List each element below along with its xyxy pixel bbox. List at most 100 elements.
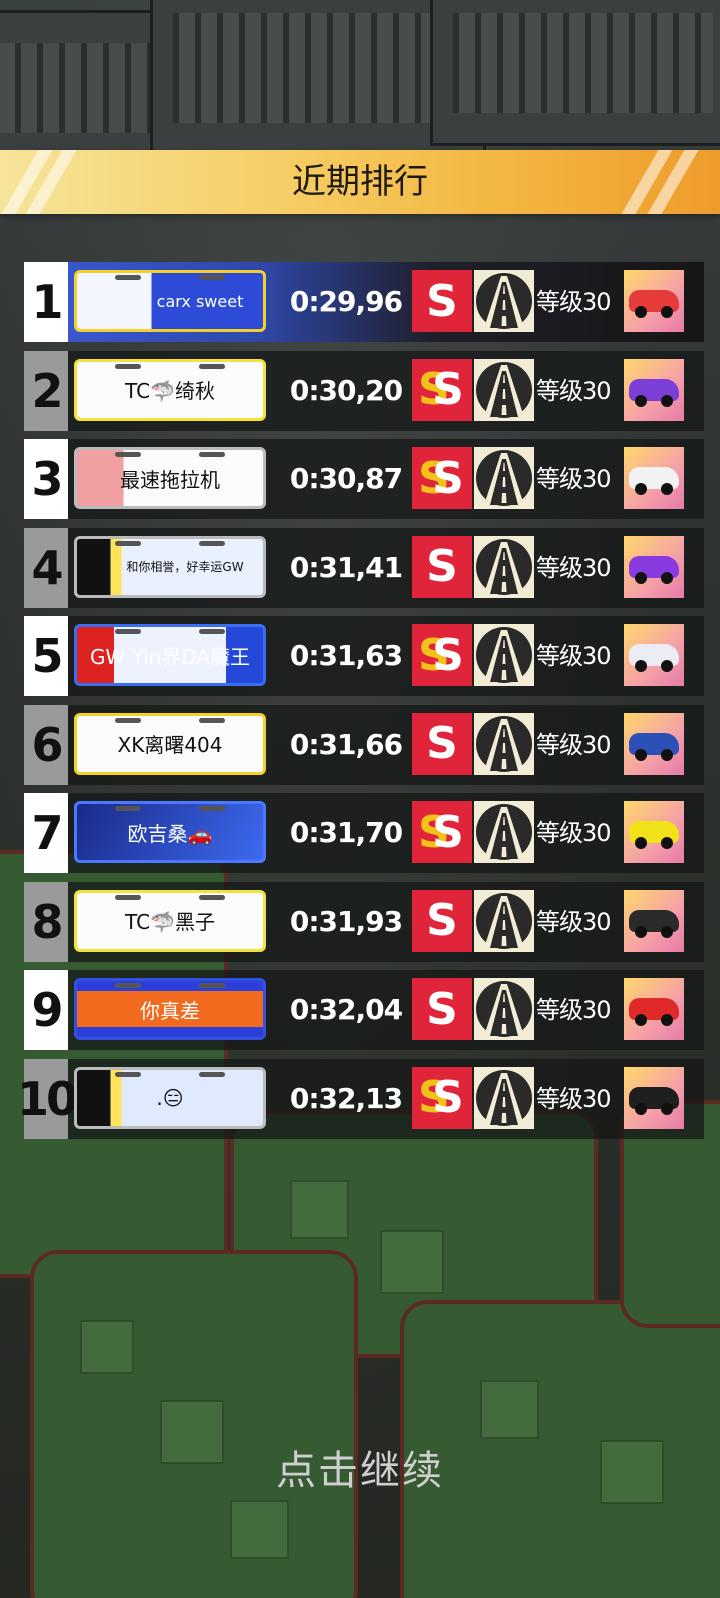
player-level: 等级30 (536, 1084, 612, 1113)
title-banner: 近期排行 (0, 150, 720, 214)
car-icon (629, 909, 679, 938)
track-icon (474, 1066, 534, 1129)
player-name: 你真差 (140, 998, 200, 1023)
player-nameplate: 你真差 (74, 978, 266, 1040)
player-name: .😑 (156, 1085, 184, 1110)
player-level: 等级30 (536, 465, 612, 493)
lap-time: 0:31,70 (289, 816, 403, 849)
tap-to-continue[interactable]: 点击继续 (0, 1438, 720, 1496)
background-building (430, 0, 720, 146)
rank-badge-icon: SS (412, 624, 472, 686)
player-level: 等级30 (536, 376, 612, 405)
rank-number: 7 (24, 793, 68, 873)
lap-time: 0:30,87 (289, 462, 403, 495)
car-thumbnail (624, 358, 684, 421)
leaderboard-row: 8 TC🦈黑子 0:31,93 S 等级30 (24, 881, 704, 962)
leaderboard-row: 4 和你相誉，好幸运GW 0:31,41 S 等级30 (24, 527, 704, 608)
track-icon (474, 535, 534, 598)
car-icon (629, 644, 679, 672)
track-icon (474, 801, 534, 863)
player-level: 等级30 (536, 730, 612, 759)
rank-badge-icon: SS (412, 1066, 472, 1129)
badge-letter: S (432, 452, 464, 504)
lap-time: 0:31,63 (289, 639, 403, 672)
player-name: TC🦈黑子 (125, 910, 215, 934)
rank-badge-icon: S (412, 712, 472, 775)
player-level: 等级30 (536, 642, 612, 670)
track-icon (474, 624, 534, 686)
player-level: 等级30 (536, 288, 612, 316)
track-icon (474, 712, 534, 775)
car-thumbnail (624, 535, 684, 598)
rank-number: 1 (24, 262, 68, 342)
player-name: 欧吉桑🚗 (127, 821, 213, 846)
rank-number: 10 (17, 1058, 78, 1139)
leaderboard-row: 1 carx sweet 0:29,96 S 等级30 (24, 262, 704, 342)
badge-letter: S (432, 364, 464, 415)
rank-number: 4 (24, 527, 68, 608)
rank-number: 8 (24, 881, 68, 962)
player-name: XK离曙404 (117, 733, 223, 757)
badge-letter: S (426, 275, 458, 327)
leaderboard-row: 5 GW Yin界DA魔王 0:31,63 S S 等级30 (24, 616, 704, 696)
badge-letter: S (426, 895, 458, 946)
car-icon (629, 378, 679, 407)
rank-badge-icon: S (412, 978, 472, 1040)
player-level: 等级30 (536, 996, 612, 1024)
car-thumbnail (624, 624, 684, 686)
rank-badge-icon: S (412, 535, 472, 598)
car-icon (629, 1086, 679, 1115)
player-nameplate: .😑 (74, 1066, 266, 1129)
leaderboard-row: 6 XK离曙404 0:31,66 S 等级30 (24, 704, 704, 785)
leaderboard-row: 7 欧吉桑🚗 0:31,70 S S 等级30 (24, 793, 704, 873)
car-icon (629, 821, 679, 849)
rank-number: 6 (24, 704, 68, 785)
track-icon (474, 978, 534, 1040)
badge-letter: S (432, 629, 464, 681)
player-level: 等级30 (536, 907, 612, 936)
car-thumbnail (624, 1066, 684, 1129)
leaderboard-row: 3 最速拖拉机 0:30,87 S S 等级30 (24, 439, 704, 519)
player-name: carx sweet (156, 291, 244, 311)
car-thumbnail (624, 801, 684, 863)
car-icon (629, 732, 679, 761)
player-nameplate: 和你相誉，好幸运GW (74, 535, 266, 598)
lap-time: 0:32,04 (289, 993, 403, 1026)
player-name: 最速拖拉机 (120, 467, 220, 492)
rank-badge-icon: SS (412, 801, 472, 863)
car-thumbnail (624, 712, 684, 775)
car-icon (629, 998, 679, 1026)
rank-number: 2 (24, 350, 68, 431)
player-nameplate: 欧吉桑🚗 (74, 801, 266, 863)
car-thumbnail (624, 978, 684, 1040)
car-icon (629, 290, 679, 318)
rank-badge-icon: SS (412, 447, 472, 509)
badge-letter: S (426, 541, 458, 592)
rank-badge-icon: S (412, 889, 472, 952)
lap-time: 0:32,13 (289, 1081, 403, 1115)
track-icon (474, 270, 534, 332)
rank-badge-icon: S (412, 270, 472, 332)
rank-number: 3 (24, 439, 68, 519)
car-thumbnail (624, 447, 684, 509)
rank-number: 9 (24, 970, 68, 1050)
track-icon (474, 358, 534, 421)
player-name: 和你相誉，好幸运GW (126, 560, 244, 574)
badge-letter: S (432, 1072, 464, 1123)
player-nameplate: 最速拖拉机 (74, 447, 266, 509)
leaderboard-row: 2 TC🦈绮秋 0:30,20 S S 等级30 (24, 350, 704, 431)
leaderboard-title: 近期排行 (292, 162, 428, 202)
player-nameplate: GW Yin界DA魔王 (74, 624, 266, 686)
player-name: GW Yin界DA魔王 (89, 644, 251, 669)
player-level: 等级30 (536, 819, 612, 847)
player-nameplate: carx sweet (74, 270, 266, 332)
player-name: TC🦈绮秋 (125, 379, 215, 403)
lap-time: 0:31,93 (289, 904, 403, 938)
leaderboard-row: 10 .😑 0:32,13 S S 等级30 (17, 1058, 704, 1139)
player-level: 等级30 (536, 553, 612, 582)
badge-letter: S (426, 983, 458, 1035)
car-icon (629, 467, 679, 495)
badge-letter: S (426, 718, 458, 769)
track-icon (474, 447, 534, 509)
player-nameplate: XK离曙404 (74, 712, 266, 775)
